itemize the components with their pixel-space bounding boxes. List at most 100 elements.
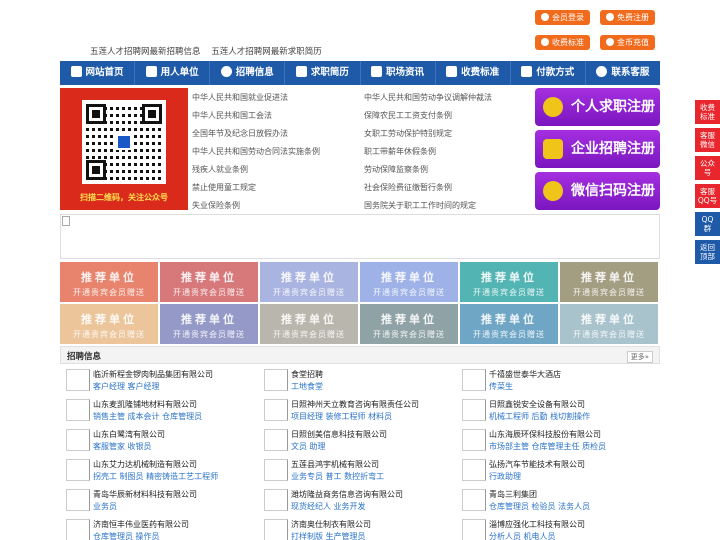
law-link[interactable]: 禁止使用童工规定: [192, 182, 256, 193]
featured-tile[interactable]: 推荐单位 开通贵宾会员赠送: [260, 304, 358, 344]
wechat-icon: [543, 181, 563, 201]
featured-tile[interactable]: 推荐单位 开通贵宾会员赠送: [360, 262, 458, 302]
law-link[interactable]: 中华人民共和国就业促进法: [192, 92, 288, 103]
user-icon: [541, 13, 549, 21]
job-item[interactable]: 山东海辰环保科技股份有限公司 市场部主管 仓库管理主任 质检员: [462, 429, 657, 459]
featured-tile[interactable]: 推荐单位 开通贵宾会员赠送: [60, 262, 158, 302]
featured-tile[interactable]: 推荐单位 开通贵宾会员赠送: [460, 304, 558, 344]
latest-jobs-link[interactable]: 五莲人才招聘网最新招聘信息: [90, 47, 201, 57]
company-logo: [66, 369, 90, 391]
job-item[interactable]: 山东麦凯隆铺地材料有限公司 销售主管 成本会计 仓库管理员: [66, 399, 261, 429]
company-logo: [264, 399, 288, 421]
top-links: 五莲人才招聘网最新招聘信息 五莲人才招聘网最新求职简历: [90, 45, 330, 57]
featured-tile[interactable]: 推荐单位 开通贵宾会员赠送: [60, 304, 158, 344]
resume-icon: [295, 66, 307, 77]
job-item[interactable]: 淄博应强化工科技有限公司 分析人员 机电人员: [462, 519, 657, 540]
featured-tile[interactable]: 推荐单位 开通贵宾会员赠送: [560, 262, 658, 302]
jobs-more-link[interactable]: 更多»: [626, 351, 653, 363]
law-link[interactable]: 职工带薪年休假条例: [364, 146, 436, 157]
law-link[interactable]: 中华人民共和国工会法: [192, 110, 272, 121]
company-logo: [462, 519, 486, 540]
company-logo: [66, 489, 90, 511]
user-plus-icon: [606, 13, 614, 21]
people-icon: [220, 66, 232, 77]
company-logo: [264, 459, 288, 481]
coin-icon: [606, 38, 614, 46]
law-link[interactable]: 女职工劳动保护特别规定: [364, 128, 452, 139]
featured-tile[interactable]: 推荐单位 开通贵宾会员赠送: [360, 304, 458, 344]
nav-payment[interactable]: 付款方式: [511, 61, 586, 85]
coin-recharge-button[interactable]: 金币充值: [600, 35, 655, 50]
company-icon: [543, 139, 563, 159]
nav-pricing[interactable]: 收费标准: [436, 61, 511, 85]
job-item[interactable]: 临沂新程金锣肉制品集团有限公司 客户经理 客户经理: [66, 369, 261, 399]
law-link[interactable]: 社会保险费征缴暂行条例: [364, 182, 452, 193]
law-link[interactable]: 残疾人就业条例: [192, 164, 248, 175]
side-qq-group-button[interactable]: QQ 群: [695, 212, 720, 236]
qr-caption: 扫描二维码，关注公众号: [80, 193, 168, 202]
law-link[interactable]: 中华人民共和国劳动争议调解仲裁法: [364, 92, 492, 103]
free-register-button[interactable]: 免费注册: [600, 10, 655, 25]
job-item[interactable]: 济南奥仕制衣有限公司 打样制版 生产管理员: [264, 519, 459, 540]
law-link[interactable]: 全国年节及纪念日放假办法: [192, 128, 288, 139]
company-logo: [66, 399, 90, 421]
home-icon: [70, 66, 82, 77]
nav-support[interactable]: 联系客服: [586, 61, 660, 85]
latest-resumes-link[interactable]: 五莲人才招聘网最新求职简历: [211, 47, 322, 57]
company-logo: [462, 459, 486, 481]
job-item[interactable]: 山东白鹭湾有限公司 客服管家 收银员: [66, 429, 261, 459]
nav-resumes[interactable]: 求职简历: [285, 61, 361, 85]
featured-tile[interactable]: 推荐单位 开通贵宾会员赠送: [260, 262, 358, 302]
nav-news[interactable]: 职场资讯: [361, 61, 436, 85]
company-logo: [462, 369, 486, 391]
job-item[interactable]: 日照神州天立教育咨询有限责任公司 项目经理 装修工程师 材料员: [264, 399, 459, 429]
company-register-button[interactable]: 企业招聘注册: [535, 130, 660, 168]
side-qq-support-button[interactable]: 客服 QQ号: [695, 184, 720, 208]
building-icon: [145, 66, 157, 77]
job-item[interactable]: 济南恒丰伟业医药有限公司 仓库管理员 操作员: [66, 519, 261, 540]
side-wechat-support-button[interactable]: 客服 微信: [695, 128, 720, 152]
company-logo: [66, 459, 90, 481]
company-logo: [264, 369, 288, 391]
side-pricing-button[interactable]: 收费 标准: [695, 100, 720, 124]
side-official-account-button[interactable]: 公众 号: [695, 156, 720, 180]
nav-employers[interactable]: 用人单位: [135, 61, 211, 85]
pricing-button[interactable]: 收费标准: [535, 35, 590, 50]
law-link[interactable]: 中华人民共和国劳动合同法实施条例: [192, 146, 320, 157]
featured-tile[interactable]: 推荐单位 开通贵宾会员赠送: [160, 304, 258, 344]
member-login-button[interactable]: 会员登录: [535, 10, 590, 25]
job-item[interactable]: 弘扬汽车节能技术有限公司 行政助理: [462, 459, 657, 489]
jobs-section-title: 招聘信息: [67, 352, 102, 362]
job-item[interactable]: 五莲县鸿宇机械有限公司 业务专员 普工 数控折弯工: [264, 459, 459, 489]
ad-banner[interactable]: [60, 214, 660, 259]
law-link[interactable]: 劳动保障监察条例: [364, 164, 428, 175]
law-link[interactable]: 失业保险条例: [192, 200, 240, 211]
job-item[interactable]: 千禧盛世泰华大酒店 传菜生: [462, 369, 657, 399]
law-link[interactable]: 保障农民工工资支付条例: [364, 110, 452, 121]
wechat-register-button[interactable]: 微信扫码注册: [535, 172, 660, 210]
yen-icon: [541, 38, 549, 46]
job-item[interactable]: 潍坊隆益商务信息咨询有限公司 现货经纪人 业务开发: [264, 489, 459, 519]
qr-code: [82, 100, 166, 184]
job-item[interactable]: 食堂招聘 工地食堂: [264, 369, 459, 399]
featured-tile[interactable]: 推荐单位 开通贵宾会员赠送: [460, 262, 558, 302]
nav-home[interactable]: 网站首页: [60, 61, 136, 85]
company-logo: [264, 429, 288, 451]
main-nav: 网站首页 用人单位 招聘信息 求职简历 职场资讯 收费标准 付款方式 联系客服: [60, 61, 660, 85]
job-item[interactable]: 山东艾力达机械制造有限公司 拐壳工 制图员 精密铸造工艺工程师: [66, 459, 261, 489]
side-back-to-top-button[interactable]: 返回 顶部: [695, 240, 720, 264]
job-item[interactable]: 日照鑫锐安全设备有限公司 机械工程师 后勤 栈切割操作: [462, 399, 657, 429]
job-item[interactable]: 青岛三利集团 仓库管理员 检验员 法务人员: [462, 489, 657, 519]
broken-image-icon: [62, 216, 70, 226]
job-item[interactable]: 青岛华辰新材料科技有限公司 业务员: [66, 489, 261, 519]
law-link[interactable]: 国务院关于职工工作时间的规定: [364, 200, 476, 211]
nav-jobs[interactable]: 招聘信息: [210, 61, 286, 85]
jobs-section-header: 招聘信息 更多»: [60, 346, 660, 364]
job-item[interactable]: 日照创美信息科技有限公司 文员 助理: [264, 429, 459, 459]
news-icon: [371, 66, 383, 77]
featured-tile[interactable]: 推荐单位 开通贵宾会员赠送: [160, 262, 258, 302]
company-logo: [264, 519, 288, 540]
qr-banner: 扫描二维码，关注公众号: [60, 88, 188, 210]
jobseeker-register-button[interactable]: 个人求职注册: [535, 88, 660, 126]
featured-tile[interactable]: 推荐单位 开通贵宾会员赠送: [560, 304, 658, 344]
